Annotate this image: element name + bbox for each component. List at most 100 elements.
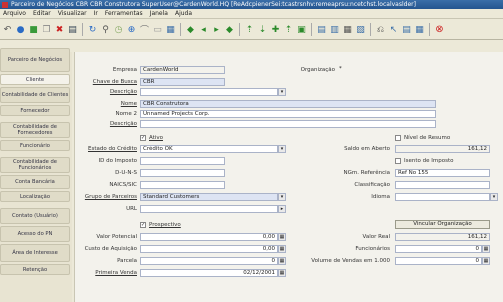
idioma-field[interactable] — [395, 193, 490, 201]
empresa-field[interactable]: CardenWorld — [140, 66, 225, 74]
primeira-venda-calendar[interactable]: ▦ — [278, 269, 286, 277]
grupo-dropdown[interactable]: ▾ — [278, 193, 286, 201]
naics-field[interactable] — [140, 181, 225, 189]
exit-icon[interactable]: ⊗ — [434, 23, 445, 36]
menu-editar[interactable]: Editar — [33, 10, 51, 17]
lock-icon[interactable]: ⎌ — [375, 23, 386, 36]
nome-field[interactable]: CBR Construtora — [140, 100, 436, 108]
isento-checkbox[interactable] — [395, 158, 401, 164]
tab-conta-bancaria[interactable]: Conta Bancária — [0, 175, 70, 189]
help-icon[interactable]: ● — [15, 23, 26, 36]
prev-icon[interactable]: ◂ — [198, 23, 209, 36]
grupo-field[interactable]: Standard Customers — [140, 193, 278, 201]
valor-real-label: Valor Real — [362, 234, 390, 240]
translate-icon[interactable]: ▧ — [355, 23, 366, 36]
tab-localizacao[interactable]: Localização — [0, 191, 70, 202]
chat-icon[interactable]: ▭ — [152, 23, 163, 36]
saldo-aberto-field[interactable]: 161,12 — [395, 145, 490, 153]
valor-potencial-calc[interactable]: ▦ — [278, 233, 286, 241]
delete-icon[interactable]: ✖ — [54, 23, 65, 36]
nivel-resumo-checkbox[interactable] — [395, 135, 401, 141]
valor-potencial-field[interactable]: 0,00 — [140, 233, 278, 241]
tab-fornecedor[interactable]: Fornecedor — [0, 105, 70, 116]
find-icon[interactable]: ⚲ — [100, 23, 111, 36]
prospectivo-checkbox[interactable]: ✓ — [140, 222, 146, 228]
url-button[interactable]: ▸ — [278, 205, 286, 213]
organizacao-label: Organização — [300, 67, 335, 73]
classificacao-label: Classificação — [354, 182, 390, 188]
attach-icon[interactable]: ⌒ — [139, 23, 150, 36]
tree-icon[interactable]: ▤ — [401, 23, 412, 36]
custo-aquisicao-calc[interactable]: ▦ — [278, 245, 286, 253]
funcionarios-calc[interactable]: ▦ — [482, 245, 490, 253]
archive-icon[interactable]: ⇡ — [283, 23, 294, 36]
request-icon[interactable]: ▤ — [316, 23, 327, 36]
chart-icon[interactable]: ▦ — [414, 23, 425, 36]
copy-icon[interactable]: ❐ — [41, 23, 52, 36]
refresh-icon[interactable]: ↻ — [87, 23, 98, 36]
nome2-label: Nome 2 — [115, 111, 137, 117]
custo-aquisicao-field[interactable]: 0,00 — [140, 245, 278, 253]
vincular-organizacao-button[interactable]: Vincular Organização — [395, 220, 490, 229]
tab-contabilidade-fornecedores[interactable]: Contabilidade de Fornecedores — [0, 122, 70, 138]
menu-janela[interactable]: Janela — [150, 10, 168, 17]
window-title: Parceiro de Negócios CBR CBR Construtora… — [11, 1, 416, 8]
calc-icon[interactable]: ▦ — [342, 23, 353, 36]
menu-ferramentas[interactable]: Ferramentas — [105, 10, 143, 17]
parent-icon[interactable]: ⇡ — [244, 23, 255, 36]
tab-area-interesse[interactable]: Área de Interesse — [0, 244, 70, 262]
menu-ir[interactable]: Ir — [94, 10, 98, 17]
funcionarios-field[interactable]: 0 — [395, 245, 482, 253]
tab-funcionario[interactable]: Funcionário — [0, 140, 70, 151]
undo-icon[interactable]: ↶ — [2, 23, 13, 36]
menu-ajuda[interactable]: Ajuda — [175, 10, 192, 17]
menu-visualizar[interactable]: Visualizar — [58, 10, 87, 17]
zoom-icon[interactable]: ⊕ — [126, 23, 137, 36]
detail-icon[interactable]: ⇣ — [257, 23, 268, 36]
tab-acesso-pn[interactable]: Acesso do PN — [0, 226, 70, 242]
descricao1-dropdown[interactable]: ▾ — [278, 88, 286, 96]
idioma-dropdown[interactable]: ▾ — [490, 193, 498, 201]
estado-credito-label: Estado do Crédito — [88, 146, 137, 152]
ngm-field[interactable]: Ref No 155 — [395, 169, 490, 177]
ativo-checkbox[interactable]: ✓ — [140, 135, 146, 141]
tab-contabilidade-funcionarios[interactable]: Contabilidade de Funcionários — [0, 157, 70, 173]
tab-contabilidade-clientes[interactable]: Contabilidade de Clientes — [0, 87, 70, 103]
descricao1-field[interactable] — [140, 88, 278, 96]
organizacao-field[interactable]: * — [337, 66, 397, 74]
new-icon[interactable]: ■ — [28, 23, 39, 36]
chave-field[interactable]: CBR — [140, 78, 225, 86]
key-icon[interactable]: ↖ — [388, 23, 399, 36]
grid-icon[interactable]: ▦ — [165, 23, 176, 36]
naics-label: NAICS/SIC — [109, 182, 137, 188]
tab-contato[interactable]: Contato (Usuário) — [0, 208, 70, 224]
history-icon[interactable]: ◷ — [113, 23, 124, 36]
product-icon[interactable]: ▣ — [296, 23, 307, 36]
volume-vendas-calc[interactable]: ▦ — [482, 257, 490, 265]
ativo-label: Ativo — [149, 135, 163, 141]
menu-arquivo[interactable]: Arquivo — [3, 10, 26, 17]
workflow-icon[interactable]: ▥ — [329, 23, 340, 36]
tab-parceiro[interactable]: Parceiro de Negócios — [0, 48, 70, 72]
estado-credito-dropdown[interactable]: ▾ — [278, 145, 286, 153]
primeira-venda-field[interactable]: 02/12/2001 — [140, 269, 278, 277]
parcela-calc[interactable]: ▦ — [278, 257, 286, 265]
chave-label: Chave de Busca — [92, 79, 137, 85]
valor-real-field[interactable]: 161,12 — [395, 233, 490, 241]
tab-retencao[interactable]: Retenção — [0, 264, 70, 275]
nome2-field[interactable]: Unnamed Projects Corp. — [140, 110, 436, 118]
id-imposto-field[interactable] — [140, 157, 225, 165]
volume-vendas-field[interactable]: 0 — [395, 257, 482, 265]
next-icon[interactable]: ▸ — [211, 23, 222, 36]
dun-field[interactable] — [140, 169, 225, 177]
estado-credito-field[interactable]: Crédito OK — [140, 145, 278, 153]
print-icon[interactable]: ▤ — [67, 23, 78, 36]
url-field[interactable] — [140, 205, 278, 213]
last-icon[interactable]: ◆ — [224, 23, 235, 36]
parcela-field[interactable]: 0 — [140, 257, 278, 265]
classificacao-field[interactable] — [395, 181, 490, 189]
descricao2-field[interactable] — [140, 120, 436, 128]
report-icon[interactable]: ✚ — [270, 23, 281, 36]
first-icon[interactable]: ◆ — [185, 23, 196, 36]
tab-cliente[interactable]: Cliente — [0, 74, 70, 85]
